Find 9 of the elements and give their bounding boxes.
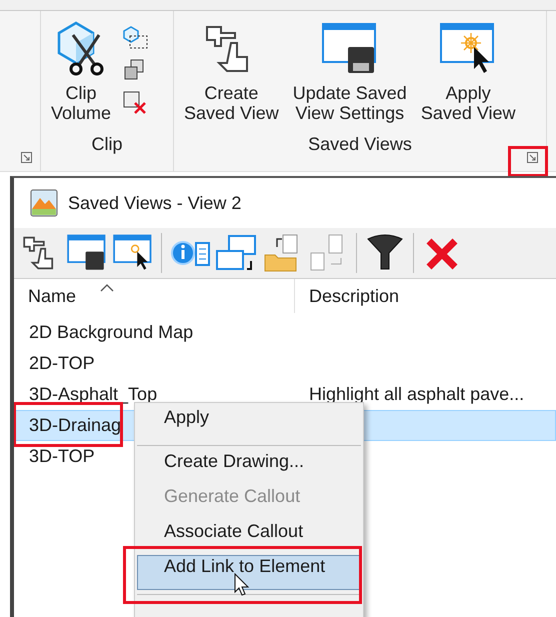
table-cell-text: 3D-Drainag [28, 414, 122, 437]
table-cell-text: 2D-TOP [28, 352, 95, 375]
panel-title: Saved Views - View 2 [68, 192, 242, 214]
group-label: Saved Views [308, 133, 412, 156]
table-cell-text: 3D-Asphalt_Top [28, 383, 158, 406]
table-cell-text: Highlight all asphalt pave... [308, 383, 524, 406]
table-cell-text: 3D-TOP [28, 445, 95, 468]
table-cell-text: 2D Background Map [28, 321, 194, 344]
group-label: Clip [91, 133, 122, 156]
